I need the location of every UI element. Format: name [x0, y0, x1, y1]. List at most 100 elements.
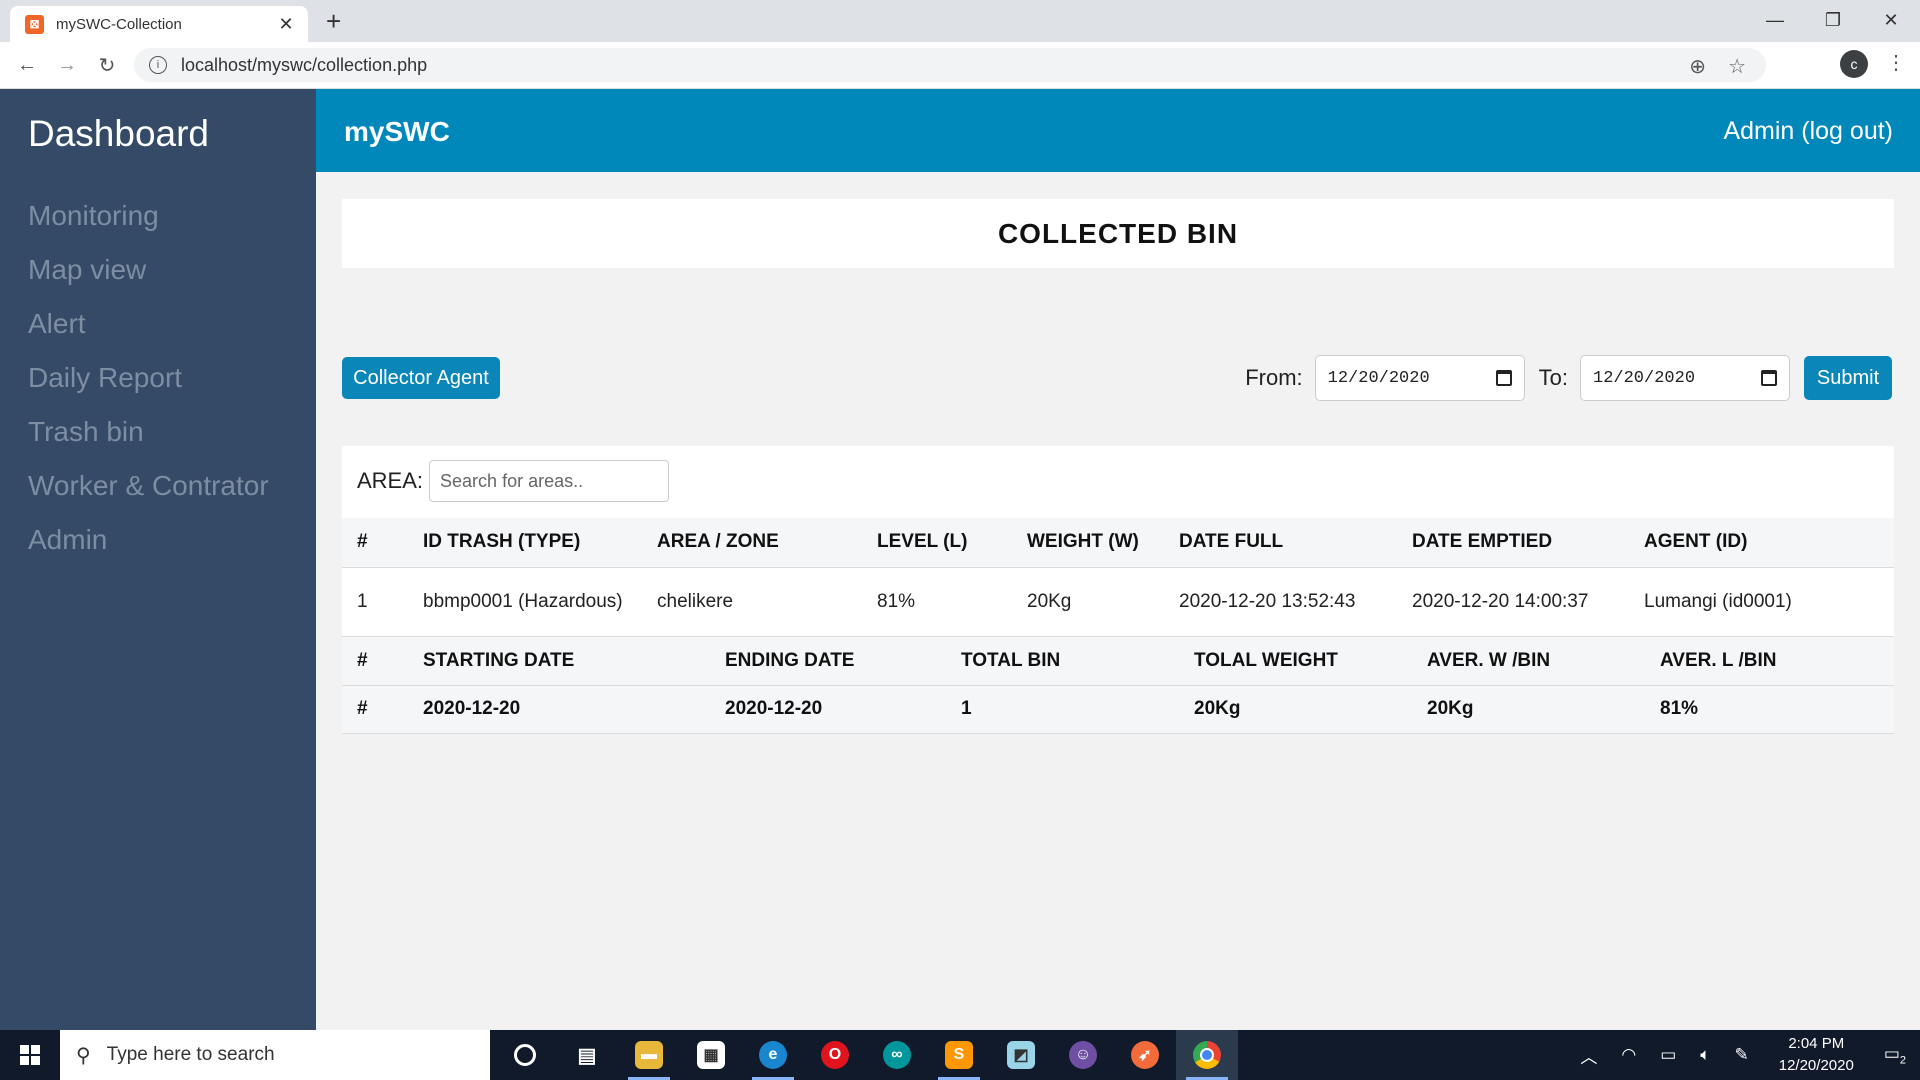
- sidebar-item-daily-report[interactable]: Daily Report: [28, 351, 269, 405]
- address-bar: ← → ↻ i localhost/myswc/collection.php ⊕…: [0, 42, 1920, 89]
- notification-icon[interactable]: ▭2: [1884, 1044, 1906, 1066]
- sidebar-nav: Monitoring Map view Alert Daily Report T…: [28, 189, 269, 567]
- show-hidden-icons-icon[interactable]: ︿: [1580, 1043, 1597, 1068]
- summary-value: 81%: [1660, 698, 1699, 719]
- brand-logo[interactable]: mySWC: [344, 116, 450, 148]
- notes-icon[interactable]: ◩: [990, 1030, 1052, 1080]
- table-header-row: # ID TRASH (TYPE) AREA / ZONE LEVEL (L) …: [342, 518, 1894, 567]
- url-text[interactable]: localhost/myswc/collection.php: [181, 55, 427, 76]
- area-search-row: AREA:: [357, 460, 670, 502]
- taskbar-search-placeholder[interactable]: Type here to search: [107, 1044, 275, 1066]
- logout-link[interactable]: Admin (log out): [1723, 117, 1893, 146]
- column-header: DATE EMPTIED: [1412, 531, 1553, 553]
- page-title-box: COLLECTED BIN: [342, 199, 1894, 268]
- sublime-icon[interactable]: S: [928, 1030, 990, 1080]
- postman-icon[interactable]: ➶: [1114, 1030, 1176, 1080]
- table-cell: 1: [357, 590, 368, 612]
- sidebar-item-admin[interactable]: Admin: [28, 513, 269, 567]
- new-tab-button[interactable]: +: [326, 6, 341, 37]
- table-cell: 81%: [877, 590, 916, 612]
- sidebar-title[interactable]: Dashboard: [28, 113, 209, 155]
- column-header: ID TRASH (TYPE): [423, 531, 581, 553]
- from-date-value[interactable]: 12/20/2020: [1328, 369, 1430, 388]
- area-search-input[interactable]: [429, 460, 670, 502]
- collection-table: # ID TRASH (TYPE) AREA / ZONE LEVEL (L) …: [342, 518, 1894, 637]
- close-window-button[interactable]: ✕: [1862, 0, 1920, 40]
- taskbar-clock[interactable]: 2:04 PM 12/20/2020: [1779, 1033, 1854, 1077]
- site-info-icon[interactable]: i: [149, 56, 167, 74]
- summary-header: STARTING DATE: [423, 649, 575, 671]
- volume-icon[interactable]: 🔈︎: [1700, 1045, 1710, 1065]
- system-tray: ︿ ◠ ▭ 🔈︎ ✎ 2:04 PM 12/20/2020 ▭2: [1568, 1030, 1920, 1080]
- github-icon[interactable]: ☺: [1052, 1030, 1114, 1080]
- summary-value: 1: [961, 698, 972, 719]
- calendar-icon[interactable]: [1761, 370, 1777, 386]
- sidebar-item-map-view[interactable]: Map view: [28, 243, 269, 297]
- submit-button[interactable]: Submit: [1804, 356, 1892, 400]
- battery-icon[interactable]: ▭: [1660, 1045, 1676, 1065]
- restore-button[interactable]: ❐: [1804, 0, 1862, 40]
- table-cell: 20Kg: [1027, 590, 1072, 612]
- sidebar-item-alert[interactable]: Alert: [28, 297, 269, 351]
- url-omnibox[interactable]: i localhost/myswc/collection.php ⊕ ☆: [134, 48, 1766, 82]
- bookmark-star-icon[interactable]: ☆: [1728, 54, 1746, 79]
- cortana-icon[interactable]: [494, 1030, 556, 1080]
- summary-header: AVER. W /BIN: [1427, 649, 1551, 671]
- window-controls: — ❐ ✕: [1746, 0, 1920, 42]
- task-view-icon[interactable]: ▤: [556, 1030, 618, 1080]
- xampp-favicon-icon: ⊠: [25, 14, 44, 34]
- collector-agent-button[interactable]: Collector Agent: [342, 357, 500, 399]
- summary-table: # STARTING DATE ENDING DATE TOTAL BIN TO…: [342, 637, 1894, 734]
- summary-value: 2020-12-20: [725, 698, 823, 719]
- browser-menu-icon[interactable]: ⋮: [1886, 50, 1906, 75]
- summary-header: TOLAL WEIGHT: [1194, 649, 1338, 671]
- minimize-button[interactable]: —: [1746, 0, 1804, 40]
- network-icon[interactable]: ◠: [1621, 1045, 1636, 1065]
- calendar-icon[interactable]: [1495, 370, 1512, 386]
- from-label: From:: [1245, 365, 1303, 390]
- tab-title: mySWC-Collection: [56, 15, 182, 33]
- sidebar-item-trash-bin[interactable]: Trash bin: [28, 405, 269, 459]
- column-header: AREA / ZONE: [657, 531, 779, 553]
- profile-avatar[interactable]: c: [1840, 50, 1868, 78]
- opera-icon[interactable]: O: [804, 1030, 866, 1080]
- summary-value: #: [357, 698, 368, 719]
- top-header: mySWC Admin (log out): [316, 89, 1920, 172]
- sidebar-item-worker-contractor[interactable]: Worker & Contrator: [28, 459, 269, 513]
- store-icon[interactable]: ▦: [680, 1030, 742, 1080]
- date-filter: From: 12/20/2020 To: 12/20/2020 Submit: [1245, 353, 1892, 403]
- column-header: AGENT (ID): [1644, 531, 1748, 553]
- taskbar-search[interactable]: ⚲ Type here to search: [60, 1030, 490, 1080]
- start-button[interactable]: [0, 1030, 60, 1080]
- from-date-input[interactable]: 12/20/2020: [1314, 355, 1525, 401]
- forward-arrow-icon[interactable]: →: [52, 50, 82, 80]
- column-header: #: [357, 531, 368, 553]
- search-icon: ⚲: [76, 1044, 91, 1067]
- zoom-icon[interactable]: ⊕: [1689, 54, 1706, 79]
- windows-logo-icon: [20, 1045, 40, 1065]
- table-cell: chelikere: [657, 590, 734, 612]
- main-content: COLLECTED BIN Collector Agent From: 12/2…: [316, 172, 1920, 1030]
- browser-tab[interactable]: ⊠ mySWC-Collection ✕: [10, 6, 308, 42]
- arduino-icon[interactable]: ∞: [866, 1030, 928, 1080]
- to-date-value[interactable]: 12/20/2020: [1593, 369, 1695, 388]
- page-title: COLLECTED BIN: [997, 217, 1239, 249]
- taskbar-apps: ▤ ▬ ▦ e O ∞ S ◩ ☺ ➶: [494, 1030, 1238, 1080]
- pen-icon[interactable]: ✎: [1734, 1045, 1748, 1065]
- column-header: LEVEL (L): [877, 531, 968, 553]
- summary-header: ENDING DATE: [725, 649, 855, 671]
- reload-icon[interactable]: ↻: [92, 50, 122, 80]
- to-date-input[interactable]: 12/20/2020: [1580, 355, 1790, 401]
- clock-time: 2:04 PM: [1788, 1035, 1845, 1052]
- sidebar-item-monitoring[interactable]: Monitoring: [28, 189, 269, 243]
- tab-close-icon[interactable]: ✕: [274, 14, 298, 35]
- edge-icon[interactable]: e: [742, 1030, 804, 1080]
- chrome-icon[interactable]: [1176, 1030, 1238, 1080]
- file-explorer-icon[interactable]: ▬: [618, 1030, 680, 1080]
- back-arrow-icon[interactable]: ←: [12, 50, 42, 80]
- summary-values-row: # 2020-12-20 2020-12-20 1 20Kg 20Kg 81%: [342, 685, 1894, 733]
- summary-value: 20Kg: [1194, 698, 1241, 719]
- collection-table-panel: AREA: # ID TRASH (TYPE) AREA / ZONE LEVE…: [342, 446, 1894, 734]
- column-header: WEIGHT (W): [1027, 531, 1139, 553]
- table-cell: bbmp0001 (Hazardous): [423, 590, 623, 612]
